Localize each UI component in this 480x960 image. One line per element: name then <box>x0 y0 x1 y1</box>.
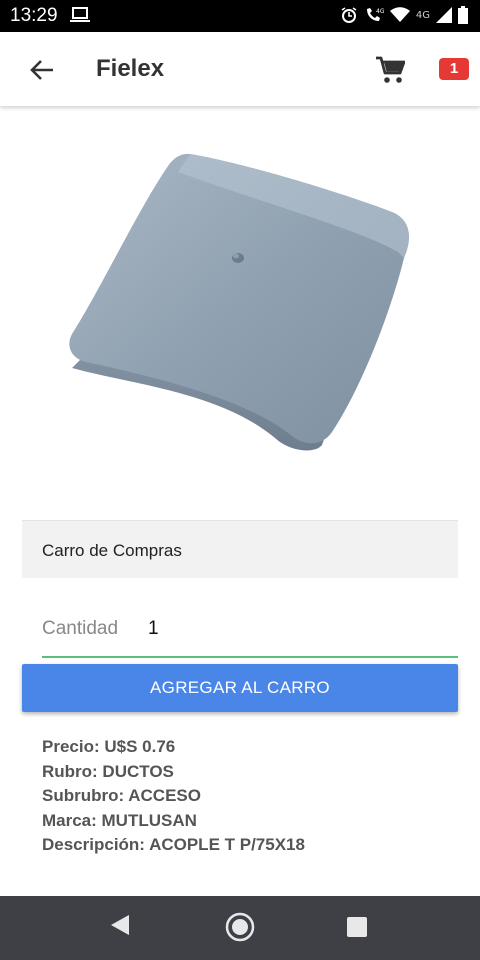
wifi-icon <box>389 7 410 23</box>
square-recents-icon <box>347 917 367 937</box>
back-button[interactable] <box>24 52 60 88</box>
arrow-left-icon <box>30 60 53 80</box>
cart-button[interactable] <box>370 50 410 90</box>
cart-section-title: Carro de Compras <box>42 541 182 560</box>
quantity-field: Cantidad <box>42 604 458 658</box>
nav-home-button[interactable] <box>224 911 256 948</box>
triangle-back-icon <box>111 915 129 935</box>
price-text: Precio: U$S 0.76 <box>42 737 176 756</box>
nav-back-button[interactable] <box>108 913 132 942</box>
network-type-label: 4G <box>415 9 430 21</box>
signal-icon <box>436 7 452 23</box>
status-bar: 13:29 4G 4G <box>0 0 480 32</box>
cart-count-badge: 1 <box>439 58 469 80</box>
subcategory-text: Subrubro: ACCESO <box>42 786 201 805</box>
category-text: Rubro: DUCTOS <box>42 761 174 781</box>
shopping-cart-icon <box>376 56 405 83</box>
nav-recents-button[interactable] <box>347 917 367 942</box>
laptop-icon <box>70 7 90 28</box>
cart-section-header: Carro de Compras <box>22 520 458 578</box>
product-image <box>60 140 420 470</box>
battery-icon <box>458 6 468 24</box>
alarm-icon <box>340 6 358 24</box>
svg-text:4G: 4G <box>376 8 384 15</box>
app-title: Fielex <box>96 55 165 82</box>
circle-home-icon <box>225 912 255 942</box>
app-bar: Fielex 1 <box>0 32 480 106</box>
status-time: 13:29 <box>10 5 58 26</box>
status-icons: 4G 4G <box>340 6 468 24</box>
quantity-input[interactable] <box>148 614 428 644</box>
brand-text: Marca: MUTLUSAN <box>42 810 197 830</box>
description-text: Descripción: ACOPLE T P/75X18 <box>42 835 305 854</box>
quantity-label: Cantidad <box>42 618 119 639</box>
product-details: Precio: U$S 0.76 Rubro: DUCTOS Subrubro:… <box>42 735 462 858</box>
system-nav-bar <box>0 896 480 960</box>
add-to-cart-button[interactable]: AGREGAR AL CARRO <box>22 664 458 712</box>
volte-call-icon: 4G <box>364 6 384 24</box>
